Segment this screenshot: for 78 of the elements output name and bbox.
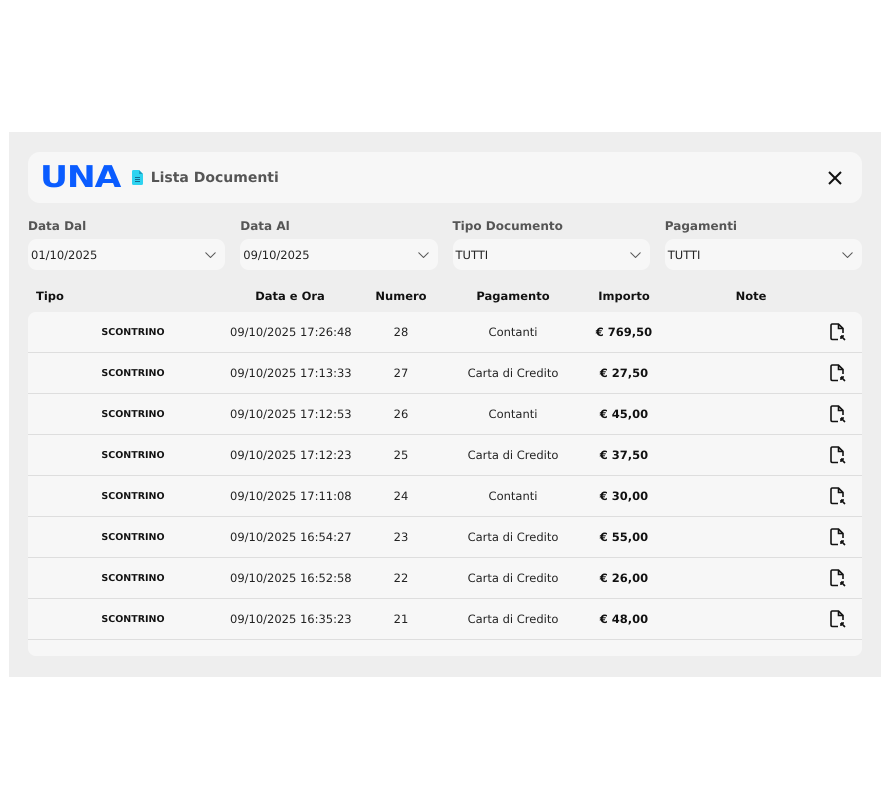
column-header: Note: [734, 289, 768, 303]
chevron-down-icon: [630, 252, 641, 258]
table-cell: 09/10/2025 16:52:58: [230, 571, 350, 585]
filter-label: Tipo Documento: [452, 219, 564, 233]
chevron-down-icon: [842, 252, 853, 258]
document-arrow-icon[interactable]: [830, 528, 846, 546]
table-cell-text: € 48,00: [598, 612, 650, 626]
document-arrow-icon[interactable]: [830, 364, 846, 382]
close-icon: [828, 170, 842, 184]
filter-label: Data Dal: [28, 219, 88, 233]
table-cell: 09/10/2025 17:12:23: [230, 448, 350, 462]
dropdown-field[interactable]: 09/10/2025: [240, 239, 438, 270]
table-cell-text: SCONTRINO: [100, 572, 166, 584]
table-row[interactable]: SCONTRINO 09/10/2025 16:35:23 21 Carta di Credito € 48,00: [28, 599, 862, 640]
table-cell-text: Contanti: [488, 407, 538, 421]
table-row[interactable]: SCONTRINO 09/10/2025 17:12:53 26 Contanti € 45,00: [28, 394, 862, 435]
table-row[interactable]: SCONTRINO 09/10/2025 17:12:23 25 Carta di Credito € 37,50: [28, 435, 862, 476]
table-cell-text: Carta di Credito: [466, 571, 560, 585]
table-row[interactable]: SCONTRINO 09/10/2025 17:13:33 27 Carta di Credito € 27,50: [28, 353, 862, 394]
document-arrow-icon[interactable]: [830, 610, 846, 628]
table-row[interactable]: SCONTRINO 09/10/2025 16:54:27 23 Carta di Credito € 55,00: [28, 517, 862, 558]
logo: UNA: [40, 160, 120, 195]
document-arrow-icon[interactable]: [830, 405, 846, 423]
table-cell-text: SCONTRINO: [100, 614, 166, 624]
table-cell-text: SCONTRINO: [100, 326, 166, 338]
table-cell-text: 22: [392, 571, 410, 585]
chevron-down-icon: [205, 252, 216, 258]
table-cell-text: 21: [392, 612, 410, 626]
dropdown-field[interactable]: TUTTI: [664, 239, 862, 270]
dropdown-field[interactable]: TUTTI: [452, 239, 650, 270]
table-cell: 09/10/2025 16:54:27: [230, 530, 350, 544]
table-cell-text: € 769,50: [594, 325, 654, 339]
column-header: Data e Ora: [254, 289, 326, 303]
table-cell-text: € 27,50: [598, 366, 650, 380]
table-cell-text: Carta di Credito: [466, 612, 560, 626]
filter-label: Data Al: [240, 219, 291, 233]
table-cell-text: 27: [392, 366, 410, 380]
table-cell-text: € 26,00: [598, 571, 650, 585]
table-cell-text: € 30,00: [598, 489, 650, 503]
chevron-down-icon: [418, 252, 428, 258]
column-header: Pagamento: [475, 289, 551, 303]
document-arrow-icon[interactable]: [830, 323, 846, 341]
table-cell-text: Carta di Credito: [466, 366, 560, 380]
table-cell: 09/10/2025 17:26:48: [230, 325, 350, 339]
table-cell-text: 25: [392, 448, 410, 462]
table-cell: 09/10/2025 16:35:23: [230, 612, 350, 626]
table-cell: 09/10/2025 17:12:53: [230, 407, 350, 421]
table-cell-text: SCONTRINO: [100, 408, 166, 420]
table-cell-text: 26: [392, 407, 410, 421]
table-cell-text: SCONTRINO: [100, 532, 166, 542]
table-row[interactable]: SCONTRINO 09/10/2025 17:11:08 24 Contanti € 30,00: [28, 476, 862, 517]
column-header: Tipo: [35, 289, 65, 303]
table-cell: 09/10/2025 17:11:08: [230, 489, 350, 503]
table-cell-text: € 45,00: [598, 407, 650, 421]
table-cell-text: 28: [392, 325, 410, 339]
table-cell-text: 23: [392, 530, 410, 544]
table-cell-text: Contanti: [488, 489, 538, 503]
table-cell-text: SCONTRINO: [100, 450, 166, 460]
table-cell-text: € 37,50: [598, 448, 650, 462]
table-cell-text: Carta di Credito: [466, 448, 560, 462]
table-cell: 09/10/2025 17:13:33: [230, 366, 350, 380]
table-row[interactable]: SCONTRINO 09/10/2025 17:26:48 28 Contanti € 769,50: [28, 312, 862, 353]
dropdown-field[interactable]: 01/10/2025: [28, 239, 226, 270]
document-arrow-icon[interactable]: [830, 487, 846, 505]
filter-label: Pagamenti: [664, 219, 738, 233]
document-arrow-icon[interactable]: [830, 446, 846, 464]
table-cell-text: € 55,00: [598, 530, 650, 544]
table-cell-text: Contanti: [488, 325, 538, 339]
table-cell-text: Carta di Credito: [466, 530, 560, 544]
table-cell-text: SCONTRINO: [100, 490, 166, 502]
window-title: Lista Documenti: [150, 170, 279, 186]
column-header: Numero: [374, 289, 428, 303]
column-header: Importo: [597, 289, 651, 303]
table-cell-text: 24: [392, 489, 410, 503]
document-arrow-icon[interactable]: [830, 569, 846, 587]
table-cell-text: SCONTRINO: [100, 368, 166, 378]
document-icon: [132, 170, 143, 185]
table-row[interactable]: SCONTRINO 09/10/2025 16:52:58 22 Carta di Credito € 26,00: [28, 558, 862, 599]
